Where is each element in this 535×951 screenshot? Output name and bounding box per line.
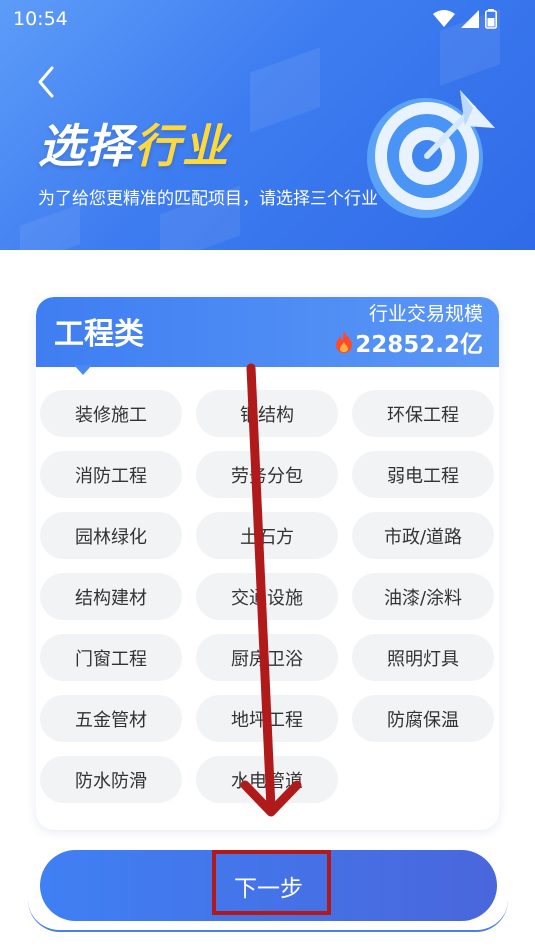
target-icon (367, 90, 495, 218)
industry-tag-grid: 装修施工 钢结构 环保工程 消防工程 劳务分包 弱电工程 园林绿化 土石方 市政… (40, 390, 494, 803)
page-title: 选择行业 (38, 110, 230, 176)
industry-tag[interactable]: 五金管材 (40, 695, 182, 742)
highlight-box (212, 850, 331, 915)
industry-tag[interactable]: 土石方 (196, 512, 338, 559)
industry-tag[interactable]: 钢结构 (196, 390, 338, 437)
trade-scale-value: 22852.2亿 (335, 325, 483, 359)
industry-tag[interactable]: 水电管道 (196, 756, 338, 803)
wifi-icon (433, 10, 455, 27)
page-title-part1: 选择 (38, 119, 134, 173)
status-bar: 10:54 (0, 0, 535, 38)
page-subtitle: 为了给您更精准的匹配项目，请选择三个行业 (38, 189, 378, 209)
industry-tag[interactable]: 门窗工程 (40, 634, 182, 681)
industry-card: 工程类 行业交易规模 22852.2亿 装修施工 钢结构 环保工程 消防工程 劳… (36, 297, 499, 830)
page-title-part2: 行业 (134, 119, 230, 173)
card-header-pointer (74, 365, 92, 375)
category-title: 工程类 (54, 317, 144, 352)
trade-scale-label: 行业交易规模 (368, 303, 483, 325)
battery-icon (485, 9, 497, 29)
header-banner: 10:54 选择行业 为了给您更精准的匹配项目，请选择三个行业 (0, 0, 535, 250)
industry-tag[interactable]: 防腐保温 (352, 695, 494, 742)
industry-tag[interactable]: 园林绿化 (40, 512, 182, 559)
industry-tag[interactable]: 劳务分包 (196, 451, 338, 498)
industry-tag[interactable]: 结构建材 (40, 573, 182, 620)
industry-tag[interactable]: 防水防滑 (40, 756, 182, 803)
fire-icon (336, 331, 353, 353)
industry-tag[interactable]: 环保工程 (352, 390, 494, 437)
signal-icon (461, 10, 479, 28)
industry-tag[interactable]: 市政/道路 (352, 512, 494, 559)
status-time: 10:54 (13, 8, 68, 30)
industry-tag[interactable]: 消防工程 (40, 451, 182, 498)
industry-tag[interactable]: 装修施工 (40, 390, 182, 437)
industry-tag[interactable]: 照明灯具 (352, 634, 494, 681)
industry-tag[interactable]: 地坪工程 (196, 695, 338, 742)
industry-tag[interactable]: 油漆/涂料 (352, 573, 494, 620)
industry-tag[interactable]: 交通设施 (196, 573, 338, 620)
industry-tag[interactable]: 弱电工程 (352, 451, 494, 498)
back-arrow-icon[interactable] (28, 62, 68, 102)
card-header: 工程类 行业交易规模 22852.2亿 (36, 297, 499, 375)
industry-tag[interactable]: 厨房卫浴 (196, 634, 338, 681)
trade-scale-number: 22852.2亿 (355, 332, 483, 358)
